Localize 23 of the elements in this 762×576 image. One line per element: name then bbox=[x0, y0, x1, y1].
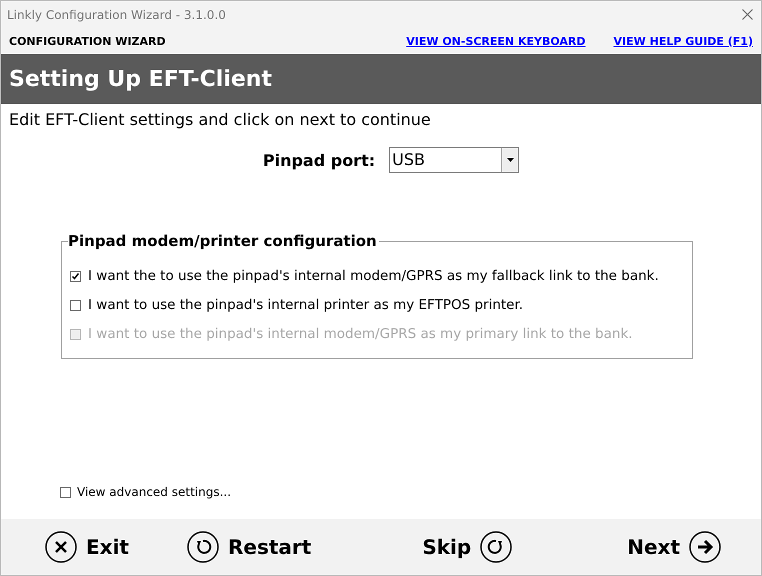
skip-button[interactable]: Skip bbox=[422, 531, 512, 563]
restart-button[interactable]: Restart bbox=[186, 531, 312, 563]
instruction-text: Edit EFT-Client settings and click on next to continue bbox=[8, 109, 432, 129]
checkbox[interactable] bbox=[70, 270, 81, 282]
page-title: Setting Up EFT-Client bbox=[9, 66, 272, 92]
option-label: I want the to use the pinpad's internal modem/GPRS as my fallback link to the bank. bbox=[88, 268, 659, 284]
exit-button[interactable]: Exit bbox=[45, 531, 129, 563]
checkbox[interactable] bbox=[60, 486, 71, 498]
header-label: CONFIGURATION WIZARD bbox=[9, 34, 167, 48]
caret-icon bbox=[506, 158, 514, 162]
checkbox[interactable] bbox=[70, 300, 81, 310]
advanced-settings-label: View advanced settings... bbox=[77, 485, 232, 499]
group-title: Pinpad modem/printer configuration bbox=[68, 232, 379, 250]
next-button[interactable]: Next bbox=[627, 531, 721, 563]
header-link[interactable]: VIEW ON-SCREEN KEYBOARD bbox=[406, 34, 586, 48]
pinpad-port-label: Pinpad port: bbox=[262, 150, 376, 170]
close-icon bbox=[45, 531, 77, 563]
close-icon[interactable] bbox=[742, 9, 753, 20]
pinpad-port-dropdown[interactable]: USB bbox=[389, 147, 520, 173]
window-title: Linkly Configuration Wizard - 3.1.0.0 bbox=[7, 8, 226, 22]
header-link[interactable]: VIEW HELP GUIDE (F1) bbox=[614, 34, 753, 48]
option-label: I want to use the pinpad's internal modem/GPRS as my primary link to the bank. bbox=[88, 326, 633, 342]
option-label: I want to use the pinpad's internal printer as my EFTPOS printer. bbox=[88, 297, 524, 313]
